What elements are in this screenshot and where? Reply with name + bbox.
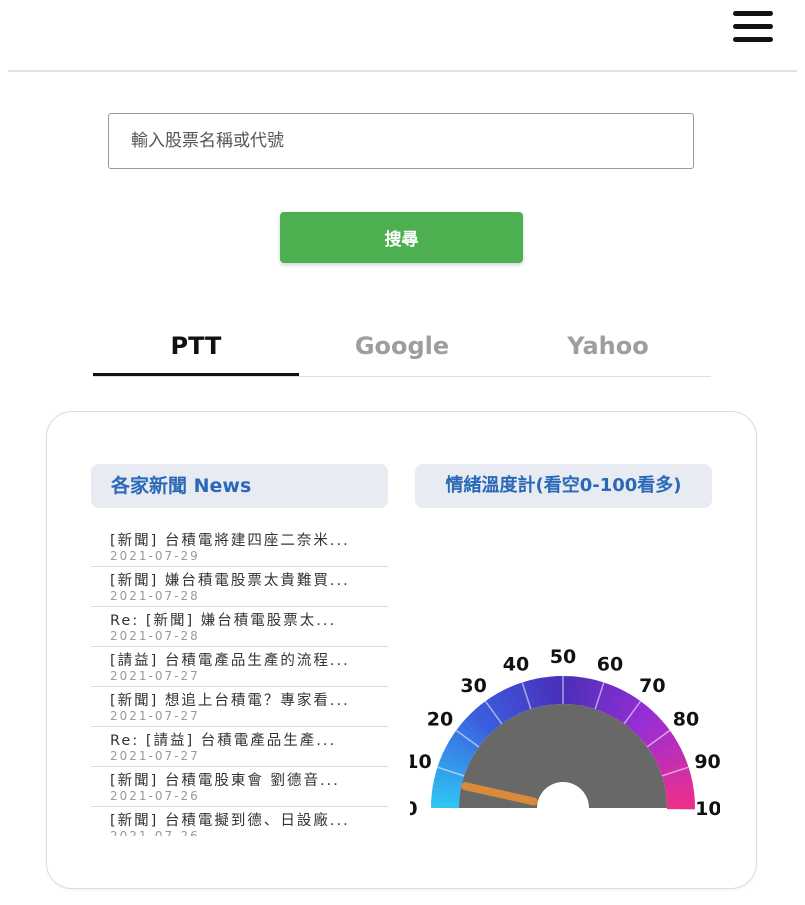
news-list[interactable]: [新聞] 台積電將建四座二奈米... 2021-07-29 [新聞] 嫌台積電股… <box>91 527 388 836</box>
stock-search-input[interactable] <box>108 113 694 169</box>
search-button[interactable]: 搜尋 <box>280 212 523 263</box>
news-item-title: [新聞] 台積電擬到德、日設廠... <box>110 813 350 829</box>
tab-yahoo[interactable]: Yahoo <box>505 318 711 374</box>
news-item-title: [新聞] 想追上台積電？專家看... <box>110 693 350 709</box>
news-item[interactable]: [新聞] 台積電擬到德、日設廠... 2021-07-26 <box>91 807 388 836</box>
header-divider <box>8 70 797 72</box>
sentiment-gauge-title: 情緒溫度計(看空0-100看多) <box>415 464 712 508</box>
gauge-tick-label: 60 <box>597 653 623 675</box>
news-item[interactable]: [請益] 台積電產品生產的流程... 2021-07-27 <box>91 647 388 687</box>
news-item-title: [新聞] 台積電股東會 劉德音... <box>110 773 340 789</box>
news-item-date: 2021-07-28 <box>110 629 200 643</box>
gauge-tick-label: 100 <box>695 798 720 820</box>
news-item-title: [新聞] 台積電將建四座二奈米... <box>110 533 350 549</box>
news-item[interactable]: [新聞] 台積電將建四座二奈米... 2021-07-29 <box>91 527 388 567</box>
news-item-title: [新聞] 嫌台積電股票太貴難買... <box>110 573 350 589</box>
news-item[interactable]: Re: [新聞] 嫌台積電股票太... 2021-07-28 <box>91 607 388 647</box>
tab-ptt[interactable]: PTT <box>93 318 299 376</box>
hamburger-menu-icon[interactable] <box>733 11 773 43</box>
sentiment-gauge: 0 10 20 30 40 50 60 70 80 90 100 <box>410 646 720 820</box>
source-tabs: PTT Google Yahoo <box>93 318 711 377</box>
gauge-tick-label: 70 <box>639 675 665 697</box>
news-item-date: 2021-07-26 <box>110 829 200 837</box>
news-item-title: Re: [請益] 台積電產品生產... <box>110 733 337 749</box>
news-item-date: 2021-07-26 <box>110 789 200 803</box>
news-item-date: 2021-07-27 <box>110 669 200 683</box>
news-item[interactable]: [新聞] 想追上台積電？專家看... 2021-07-27 <box>91 687 388 727</box>
news-item-date: 2021-07-29 <box>110 549 200 563</box>
news-item[interactable]: [新聞] 台積電股東會 劉德音... 2021-07-26 <box>91 767 388 807</box>
gauge-tick-label: 80 <box>673 709 699 731</box>
news-item[interactable]: [新聞] 嫌台積電股票太貴難買... 2021-07-28 <box>91 567 388 607</box>
gauge-tick-label: 40 <box>503 653 529 675</box>
news-item-date: 2021-07-28 <box>110 589 200 603</box>
news-panel-title: 各家新聞 News <box>91 464 388 508</box>
news-item-date: 2021-07-27 <box>110 749 200 763</box>
gauge-tick-label: 10 <box>410 751 432 773</box>
gauge-tick-label: 0 <box>410 798 418 820</box>
news-item[interactable]: Re: [請益] 台積電產品生產... 2021-07-27 <box>91 727 388 767</box>
news-item-title: [請益] 台積電產品生產的流程... <box>110 653 350 669</box>
top-bar <box>0 0 805 70</box>
gauge-tick-label: 20 <box>427 709 453 731</box>
gauge-tick-label: 30 <box>460 675 486 697</box>
news-item-date: 2021-07-27 <box>110 709 200 723</box>
gauge-tick-label: 50 <box>550 646 576 668</box>
gauge-tick-label: 90 <box>694 751 720 773</box>
news-item-title: Re: [新聞] 嫌台積電股票太... <box>110 613 337 629</box>
tab-google[interactable]: Google <box>299 318 505 374</box>
